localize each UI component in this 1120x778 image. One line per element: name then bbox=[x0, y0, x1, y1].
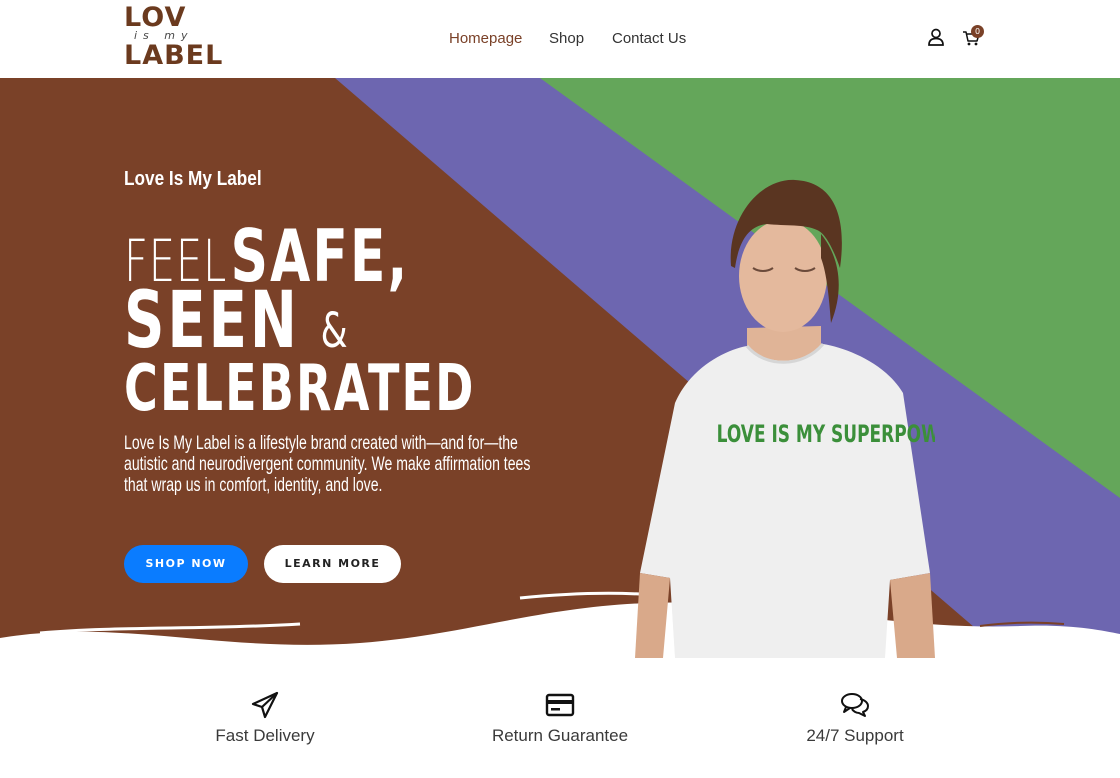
feature-support: 24/7 Support bbox=[755, 690, 955, 746]
chat-bubbles-icon bbox=[841, 693, 869, 717]
headline-celebrated: CELEBRATED bbox=[124, 352, 476, 426]
paper-plane-icon bbox=[251, 691, 279, 719]
feature-fast-delivery: Fast Delivery bbox=[165, 690, 365, 746]
nav-item-homepage[interactable]: Homepage bbox=[449, 30, 522, 47]
cart-count-badge: 0 bbox=[971, 25, 984, 38]
brand-logo[interactable]: LOV is my LABEL bbox=[124, 2, 222, 72]
nav-item-shop[interactable]: Shop bbox=[549, 30, 584, 47]
hero-eyebrow: Love Is My Label bbox=[124, 168, 262, 190]
hero-description: Love Is My Label is a lifestyle brand cr… bbox=[124, 433, 531, 496]
shirt-print-text: LOVE IS MY SUPERPOWER bbox=[717, 420, 935, 448]
site-header: LOV is my LABEL Homepage Shop Contact Us… bbox=[0, 0, 1120, 78]
headline-ampersand: & bbox=[320, 303, 348, 359]
feature-label: 24/7 Support bbox=[806, 726, 904, 745]
logo-line-3: LABEL bbox=[124, 40, 224, 71]
feature-label: Return Guarantee bbox=[491, 726, 629, 745]
feature-label: Fast Delivery bbox=[215, 726, 315, 745]
model-wearing-tee-image: LOVE IS MY SUPERPOWER bbox=[635, 178, 965, 658]
hero-section: LOVE IS MY SUPERPOWER Love Is My Label F… bbox=[0, 78, 1120, 658]
user-icon[interactable] bbox=[927, 28, 945, 46]
shop-now-button[interactable]: SHOP NOW bbox=[124, 545, 248, 583]
feature-return-guarantee: Return Guarantee bbox=[460, 690, 660, 746]
credit-card-icon bbox=[545, 693, 575, 717]
learn-more-button[interactable]: LEARN MORE bbox=[264, 545, 401, 583]
nav-item-contact[interactable]: Contact Us bbox=[612, 30, 686, 47]
